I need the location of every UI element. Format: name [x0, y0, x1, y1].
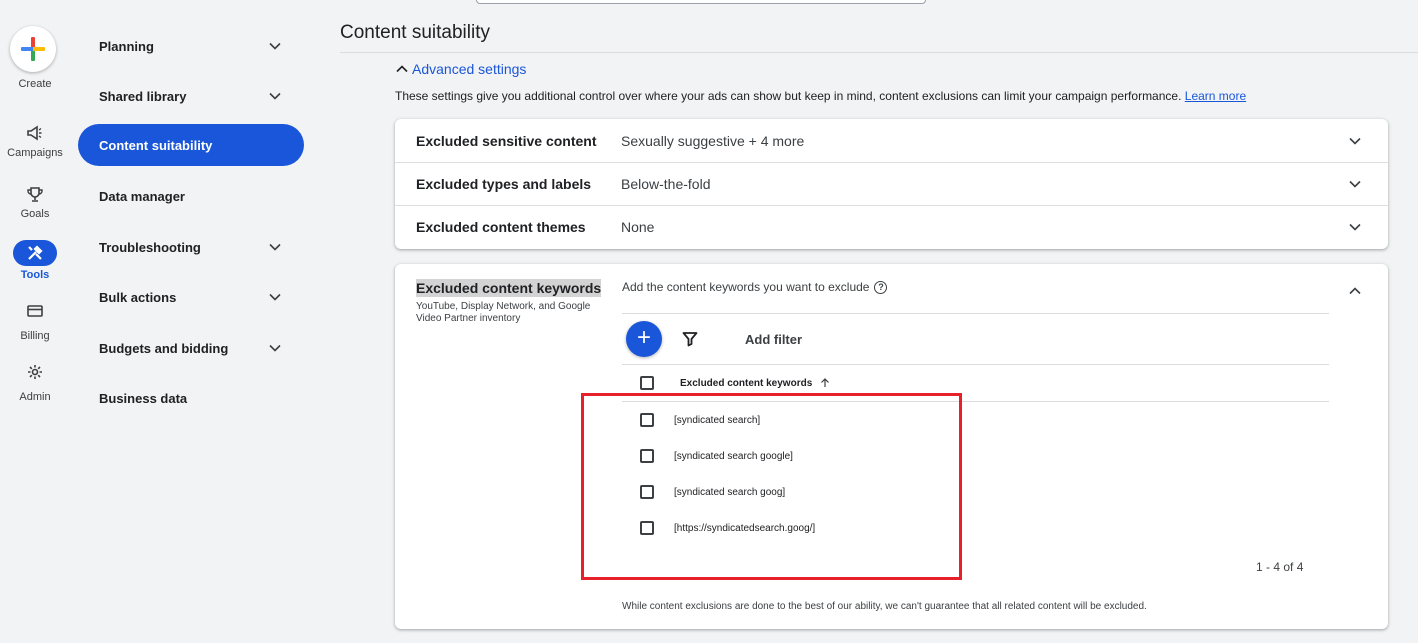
arrow-up-icon[interactable] — [820, 378, 830, 388]
setting-row-types-and-labels[interactable]: Excluded types and labels Below-the-fold — [395, 162, 1388, 205]
chevron-down-icon — [1349, 180, 1361, 188]
search-bar[interactable] — [476, 0, 926, 4]
tools-icon[interactable] — [13, 240, 57, 266]
trophy-icon[interactable] — [20, 186, 50, 210]
help-icon[interactable]: ? — [874, 280, 888, 294]
keywords-prompt: Add the content keywords you want to exc… — [622, 280, 888, 294]
learn-more-link[interactable]: Learn more — [1185, 89, 1246, 103]
page-title: Content suitability — [340, 22, 490, 43]
chevron-down-icon — [269, 92, 281, 100]
column-header: Excluded content keywords — [640, 376, 830, 390]
setting-row-content-themes[interactable]: Excluded content themes None — [395, 205, 1388, 248]
keywords-panel-subtitle: YouTube, Display Network, and Google Vid… — [416, 301, 591, 324]
chevron-up-icon — [396, 65, 408, 73]
rail-item-goals[interactable]: Goals — [0, 208, 70, 220]
tools-submenu: Planning Shared library Content suitabil… — [70, 0, 310, 643]
add-filter-button[interactable]: Add filter — [745, 332, 802, 347]
submenu-item-troubleshooting[interactable]: Troubleshooting — [78, 226, 304, 268]
advanced-settings-toggle[interactable]: Advanced settings — [395, 61, 526, 77]
submenu-item-shared-library[interactable]: Shared library — [78, 75, 304, 117]
submenu-item-bulk-actions[interactable]: Bulk actions — [78, 276, 304, 318]
divider — [340, 52, 1418, 53]
submenu-item-content-suitability[interactable]: Content suitability — [78, 124, 304, 166]
chevron-down-icon — [1349, 223, 1361, 231]
submenu-item-planning[interactable]: Planning — [78, 25, 304, 67]
chevron-down-icon — [269, 243, 281, 251]
submenu-item-budgets-and-bidding[interactable]: Budgets and bidding — [78, 327, 304, 369]
chevron-down-icon — [269, 42, 281, 50]
add-keyword-button[interactable]: + — [626, 321, 662, 357]
rail-item-campaigns[interactable]: Campaigns — [0, 147, 70, 159]
submenu-item-data-manager[interactable]: Data manager — [78, 175, 304, 217]
submenu-item-business-data[interactable]: Business data — [78, 377, 304, 419]
highlight-box — [581, 393, 962, 580]
pagination-label: 1 - 4 of 4 — [1256, 560, 1304, 574]
filter-icon[interactable] — [682, 331, 698, 347]
chevron-down-icon — [269, 344, 281, 352]
create-button[interactable] — [10, 26, 56, 72]
advanced-settings-description: These settings give you additional contr… — [395, 89, 1247, 103]
settings-card: Excluded sensitive content Sexually sugg… — [395, 119, 1388, 249]
chevron-down-icon — [269, 293, 281, 301]
rail-item-billing[interactable]: Billing — [0, 330, 70, 342]
chevron-up-icon[interactable] — [1348, 284, 1362, 298]
rail-item-tools[interactable]: Tools — [0, 269, 70, 281]
setting-row-sensitive-content[interactable]: Excluded sensitive content Sexually sugg… — [395, 119, 1388, 162]
disclaimer-note: While content exclusions are done to the… — [622, 601, 1147, 612]
chevron-down-icon — [1349, 137, 1361, 145]
rail-item-admin[interactable]: Admin — [0, 391, 70, 403]
nav-rail: Create Campaigns Goals Tools Billing Adm… — [0, 0, 70, 643]
select-all-checkbox[interactable] — [640, 376, 654, 390]
create-label: Create — [18, 78, 52, 90]
gear-icon[interactable] — [20, 363, 50, 387]
keywords-panel-title: Excluded content keywords — [416, 279, 602, 297]
credit-card-icon[interactable] — [20, 302, 50, 326]
megaphone-icon[interactable] — [20, 124, 50, 148]
